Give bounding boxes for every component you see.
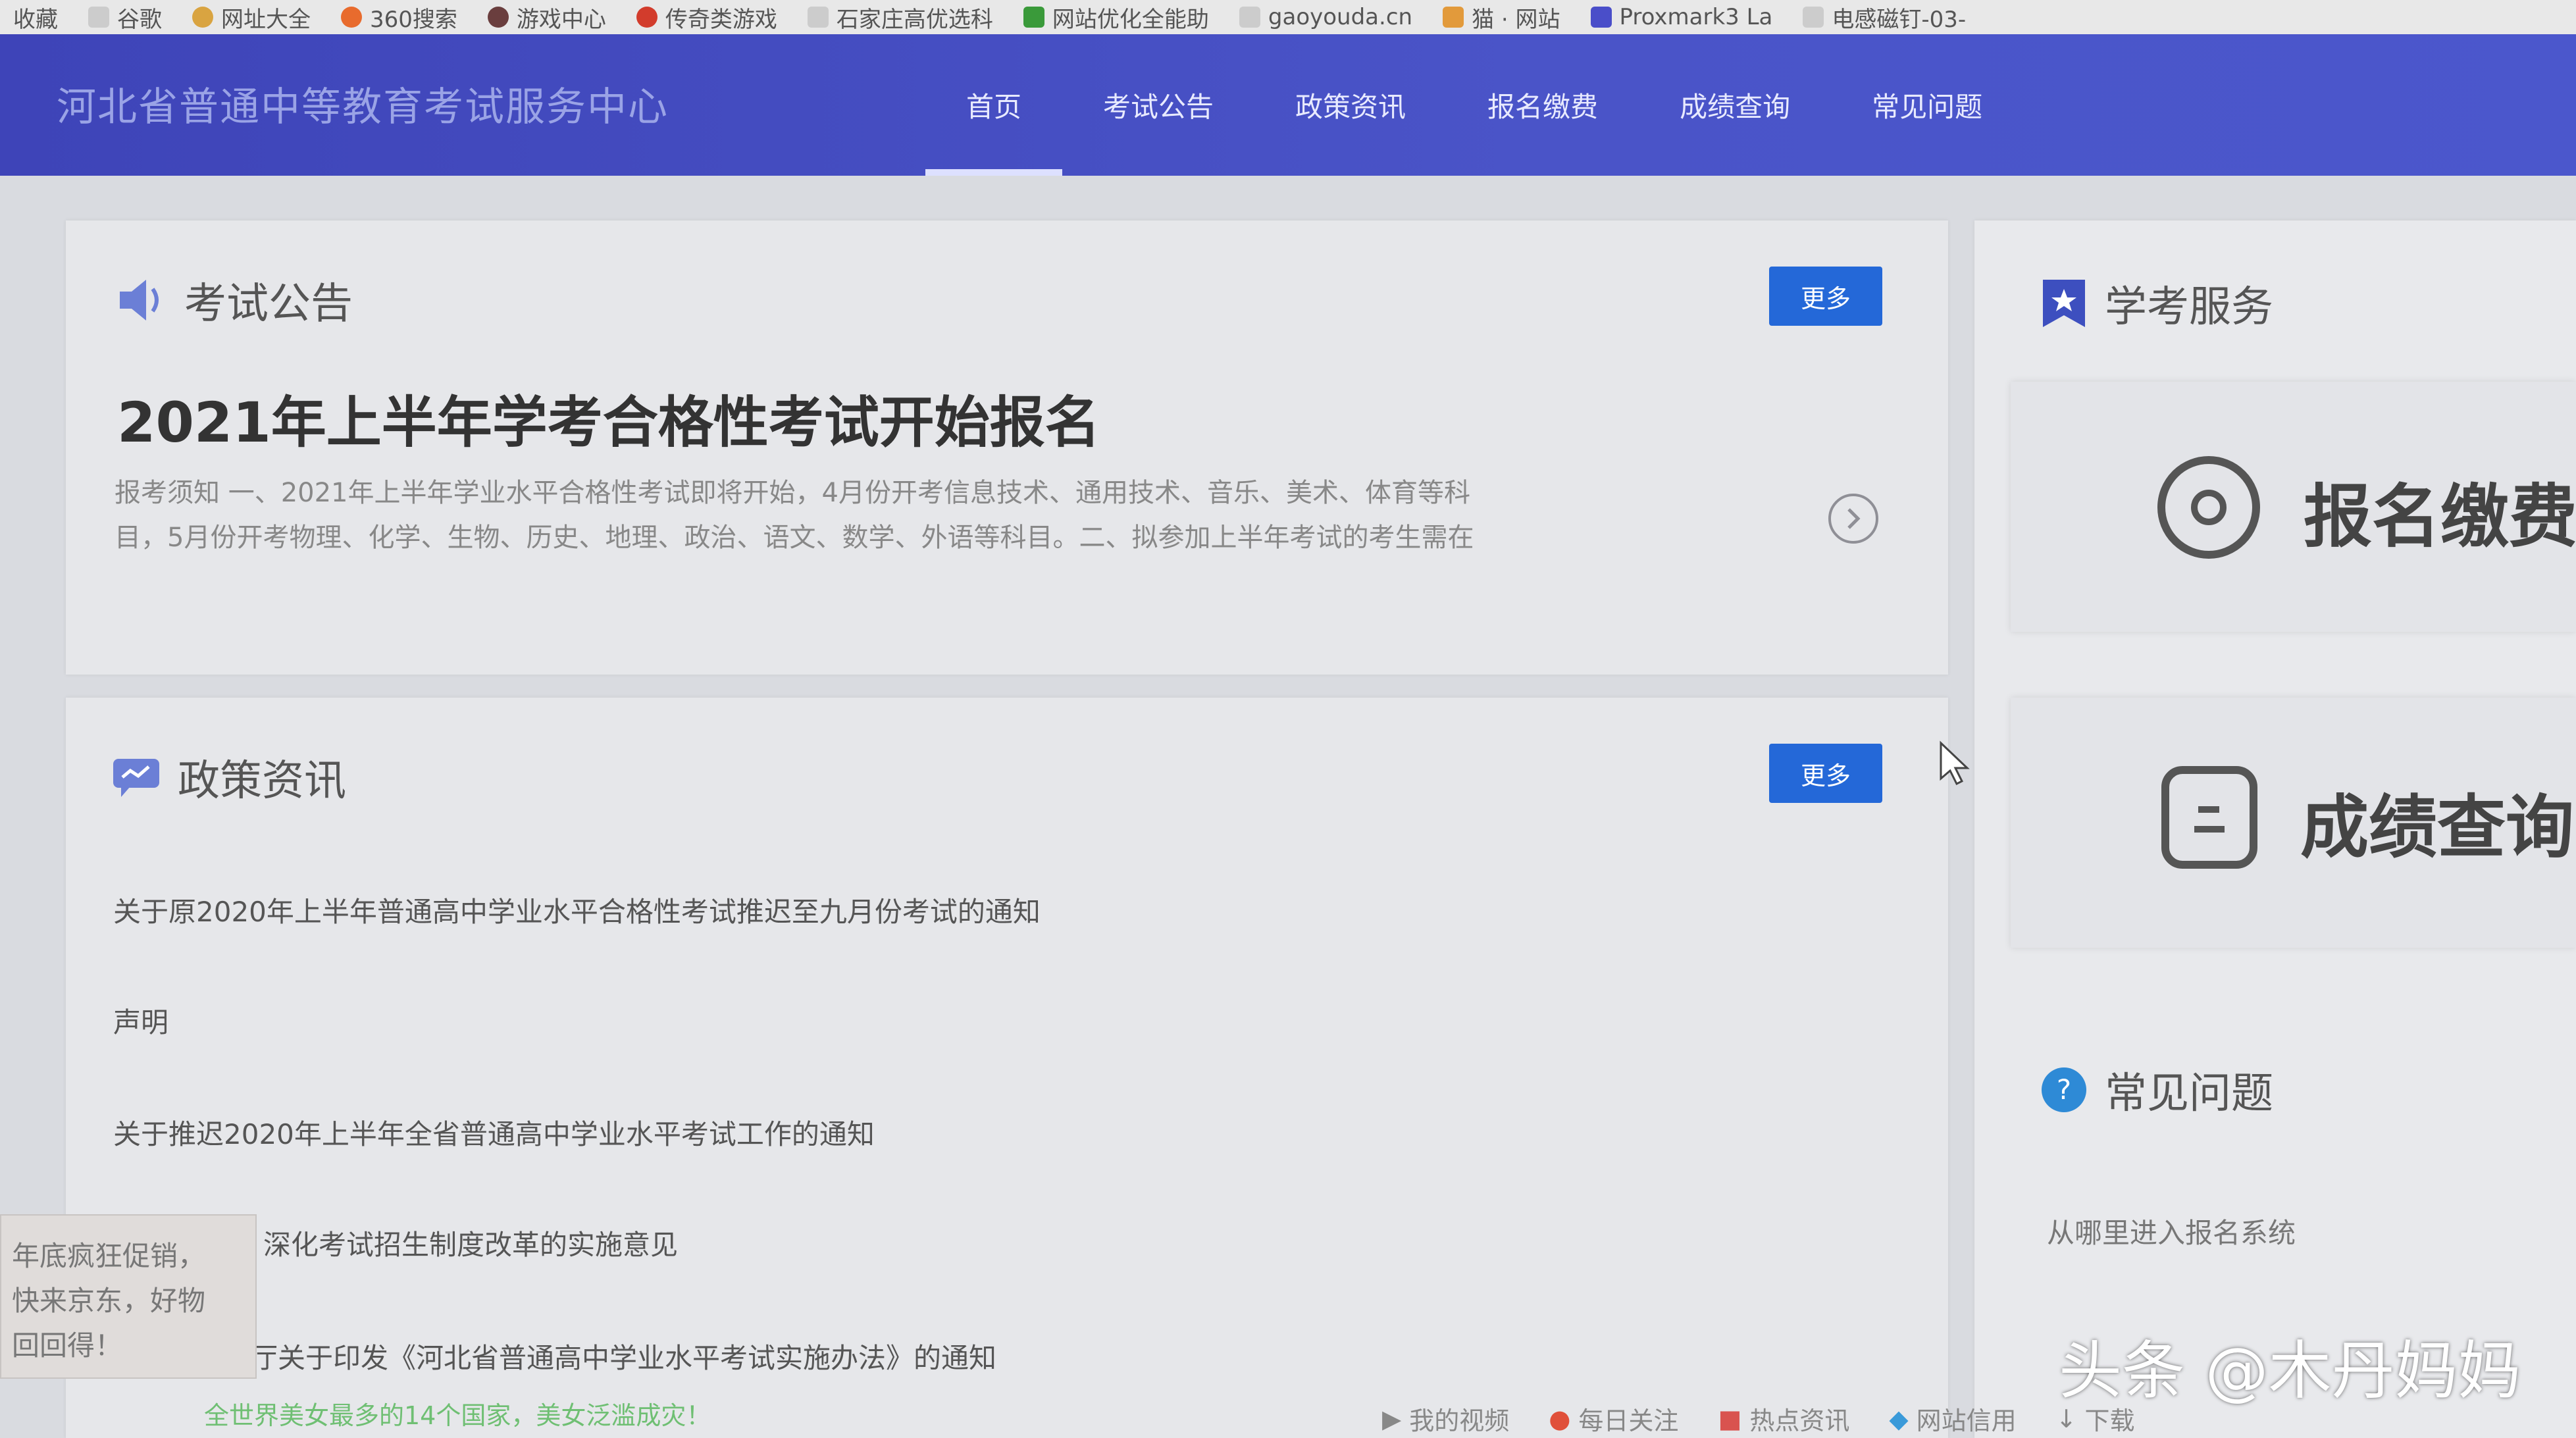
chevron-right-icon — [1847, 508, 1861, 529]
nav-score-query[interactable]: 成绩查询 — [1639, 34, 1831, 176]
promo-popup[interactable]: 年底疯狂促销， 快来京东，好物 回回得！ — [0, 1214, 257, 1379]
register-label[interactable]: 报名缴费 — [2304, 461, 2576, 560]
bookmark-label: Proxmark3 La — [1619, 4, 1773, 30]
bookmark-label: 收藏 — [13, 6, 58, 33]
news-icon: ■ — [1718, 1404, 1742, 1433]
bookmark-label: 360搜索 — [370, 6, 457, 33]
page-icon — [1803, 7, 1824, 28]
bookmark-item[interactable]: 网站优化全能助 — [1023, 1, 1209, 34]
section-title-text: 考试公告 — [184, 280, 353, 328]
announcement-headline[interactable]: 2021年上半年学考合格性考试开始报名 — [117, 378, 1100, 458]
bookmark-item[interactable]: 电感磁钉-03- — [1803, 1, 1966, 34]
ad-link[interactable]: 全世界美女最多的14个国家，美女泛滥成灾！ — [204, 1395, 711, 1431]
site-title[interactable]: 河北省普通中等教育考试服务中心 — [57, 75, 669, 132]
bookmark-item[interactable]: 石家庄高优选科 — [807, 1, 993, 34]
bookmark-item[interactable]: 360搜索 — [341, 1, 457, 34]
nav-faq[interactable]: 常见问题 — [1831, 34, 2023, 176]
news-item[interactable]: 厅关于印发《河北省普通高中学业水平考试实施办法》的通知 — [250, 1336, 996, 1376]
nav-exam-announcements[interactable]: 考试公告 — [1062, 34, 1254, 176]
announcement-section-title: 考试公告 — [117, 270, 353, 330]
summary-line: 报考须知 一、2021年上半年学业水平合格性考试即将开始，4月份开考信息技术、通… — [115, 478, 1470, 508]
score-icon — [2161, 766, 2257, 869]
news-item[interactable]: 关于原2020年上半年普通高中学业水平合格性考试推迟至九月份考试的通知 — [113, 890, 1041, 930]
game-icon — [636, 7, 657, 28]
chat-icon — [113, 759, 159, 797]
nav-policy-news[interactable]: 政策资讯 — [1254, 34, 1447, 176]
main-nav: 首页 考试公告 政策资讯 报名缴费 成绩查询 常见问题 — [925, 34, 2023, 176]
section-title-text: 政策资讯 — [178, 757, 346, 806]
announcement-summary: 报考须知 一、2021年上半年学业水平合格性考试即将开始，4月份开考信息技术、通… — [115, 471, 1648, 560]
popup-line: 年底疯狂促销， — [12, 1240, 206, 1272]
question-icon: ? — [2042, 1067, 2086, 1112]
status-label: 每日关注 — [1578, 1406, 1679, 1435]
bookmark-item[interactable]: gaoyouda.cn — [1239, 4, 1412, 30]
bookmark-label: 游戏中心 — [516, 6, 606, 33]
bookmark-item[interactable]: 谷歌 — [88, 1, 162, 34]
policy-panel — [66, 698, 1948, 1438]
browser-status-bar: ▶ 我的视频 ● 每日关注 ■ 热点资讯 ◆ 网站信用 ↓ 下载 — [1382, 1400, 2134, 1437]
policy-section-title: 政策资讯 — [112, 747, 346, 808]
status-item[interactable]: ▶ 我的视频 — [1382, 1400, 1509, 1437]
game-icon — [487, 7, 509, 28]
svg-text:?: ? — [2057, 1073, 2071, 1106]
nav-home[interactable]: 首页 — [925, 34, 1063, 176]
bookmark-label: 网站优化全能助 — [1052, 6, 1209, 33]
status-item[interactable]: ◆ 网站信用 — [1889, 1400, 2016, 1437]
bookmark-item[interactable]: Proxmark3 La — [1590, 4, 1773, 30]
news-item[interactable]: 关于推迟2020年上半年全省普通高中学业水平考试工作的通知 — [113, 1112, 875, 1152]
faq-section-title: ? 常见问题 — [2040, 1060, 2273, 1120]
video-icon: ▶ — [1382, 1404, 1402, 1433]
bookmark-star-icon — [2043, 280, 2085, 327]
status-label: 我的视频 — [1409, 1406, 1510, 1435]
service-section-title: 学考服务 — [2040, 273, 2273, 334]
page-icon — [1239, 7, 1260, 28]
bookmarks-bar: 收藏 谷歌 网址大全 360搜索 游戏中心 传奇类游戏 石家庄高优选科 网站优化… — [0, 0, 2576, 34]
register-icon — [2157, 456, 2260, 559]
bookmark-item[interactable]: 游戏中心 — [487, 1, 606, 34]
bookmark-label: 电感磁钉-03- — [1832, 6, 1967, 33]
bookmark-label: gaoyouda.cn — [1268, 4, 1413, 30]
site-icon — [1590, 7, 1612, 28]
popup-line: 快来京东，好物 — [12, 1285, 206, 1317]
bookmark-label: 石家庄高优选科 — [836, 6, 993, 33]
360-icon — [341, 7, 362, 28]
status-item[interactable]: ● 每日关注 — [1549, 1400, 1678, 1437]
next-arrow-button[interactable] — [1828, 494, 1878, 544]
watermark: 头条 @木丹妈妈 — [2059, 1334, 2521, 1408]
section-title-text: 常见问题 — [2105, 1069, 2273, 1118]
bookmark-item[interactable]: 传奇类游戏 — [636, 1, 777, 34]
fire-icon: ● — [1549, 1404, 1571, 1433]
status-label: 网站信用 — [1916, 1406, 2017, 1435]
summary-line: 目，5月份开考物理、化学、生物、历史、地理、政治、语文、数学、外语等科目。二、拟… — [115, 523, 1474, 553]
bookmark-label: 猫 · 网站 — [1472, 6, 1560, 33]
score-label[interactable]: 成绩查询 — [2300, 771, 2574, 871]
faq-item[interactable]: 从哪里进入报名系统 — [2047, 1211, 2296, 1251]
page-icon — [88, 7, 109, 28]
status-item[interactable]: ■ 热点资讯 — [1718, 1400, 1849, 1437]
news-item[interactable]: 深化考试招生制度改革的实施意见 — [263, 1223, 678, 1263]
bookmark-label: 网址大全 — [221, 6, 311, 33]
site-icon — [1023, 7, 1044, 28]
bookmark-label: 谷歌 — [117, 6, 162, 33]
popup-line: 回回得！ — [12, 1329, 123, 1362]
bookmark-item[interactable]: 网址大全 — [192, 1, 311, 34]
section-title-text: 学考服务 — [2105, 283, 2273, 332]
nav-registration[interactable]: 报名缴费 — [1447, 34, 1639, 176]
bookmark-item[interactable]: 猫 · 网站 — [1443, 1, 1560, 34]
mouse-cursor-icon — [1940, 740, 1970, 786]
policy-more-button[interactable]: 更多 — [1769, 744, 1882, 803]
globe-icon — [192, 7, 213, 28]
bookmark-label: 传奇类游戏 — [665, 6, 777, 33]
news-item[interactable]: 声明 — [113, 1000, 168, 1040]
status-label: 热点资讯 — [1749, 1406, 1850, 1435]
bookmark-item[interactable]: 收藏 — [13, 1, 58, 34]
announcement-more-button[interactable]: 更多 — [1769, 267, 1882, 326]
speaker-icon — [120, 280, 159, 321]
drop-icon: ◆ — [1889, 1404, 1909, 1433]
page-icon — [807, 7, 829, 28]
folder-icon — [1443, 7, 1464, 28]
